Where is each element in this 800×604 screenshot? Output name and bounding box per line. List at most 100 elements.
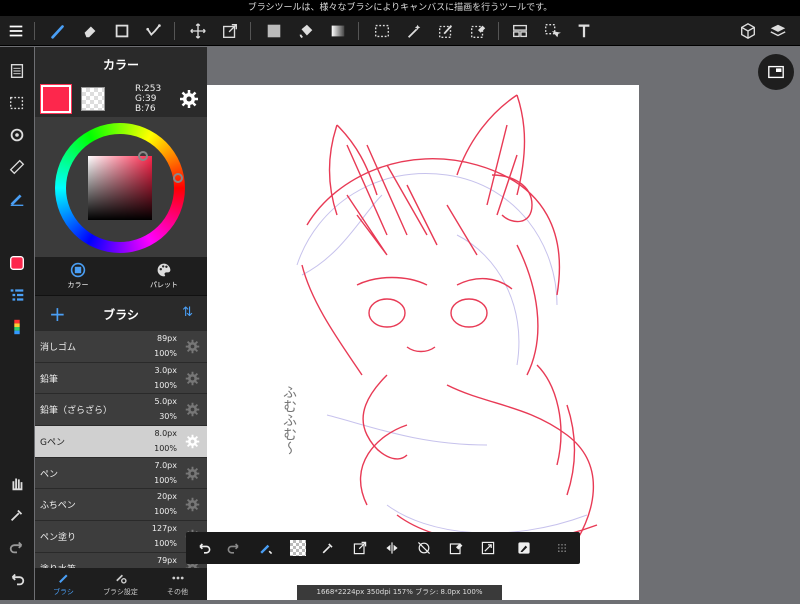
palette-strip-icon[interactable] xyxy=(5,315,29,339)
transform-tool-icon[interactable] xyxy=(218,19,242,43)
bucket-icon[interactable] xyxy=(294,19,318,43)
brush-eraser-toggle-icon[interactable] xyxy=(256,538,276,558)
brush-side-icon[interactable] xyxy=(5,187,29,211)
transform-icon[interactable] xyxy=(350,538,370,558)
brush-size: 7.0px xyxy=(154,460,177,470)
sort-icon[interactable]: ⇅ xyxy=(182,305,193,320)
brush-size: 127px xyxy=(151,524,177,534)
hand-icon[interactable] xyxy=(5,471,29,495)
saturation-value-square[interactable] xyxy=(88,156,152,220)
drawing-canvas[interactable]: ふむふむ〜 xyxy=(207,85,639,600)
brush-settings-gear-icon[interactable] xyxy=(185,402,200,417)
brush-opacity: 100% xyxy=(154,507,177,517)
r-value: R:253 xyxy=(135,84,162,94)
brush-settings-gear-icon[interactable] xyxy=(185,371,200,386)
clear-icon[interactable] xyxy=(446,538,466,558)
brush-settings-icon xyxy=(115,574,127,584)
brush-settings-gear-icon[interactable] xyxy=(185,466,200,481)
brush-opacity: 30% xyxy=(159,412,177,422)
sv-knob[interactable] xyxy=(138,151,148,161)
system-message-bar: ブラシツールは、様々なブラシによりキャンバスに描画を行うツールです。 xyxy=(0,0,800,16)
tab-more[interactable]: その他 xyxy=(149,568,206,600)
tab-brush-label: ブラシ xyxy=(53,588,74,596)
brush-settings-gear-icon[interactable] xyxy=(185,497,200,512)
gear-icon[interactable] xyxy=(179,89,199,109)
status-text: 1668*2224px 350dpi 157% ブラシ: 8.0px 100% xyxy=(316,588,483,596)
tab-brush[interactable]: ブラシ xyxy=(35,568,92,600)
brush-size: 89px xyxy=(157,334,177,343)
brush-name: ペン塗り xyxy=(40,533,77,544)
gradient-icon[interactable] xyxy=(326,19,350,43)
brush-settings-gear-icon[interactable] xyxy=(185,339,200,354)
tab-more-label: その他 xyxy=(167,588,188,596)
brush-name: ふちペン xyxy=(40,501,76,512)
brush-size: 3.0px xyxy=(154,365,177,375)
tab-color[interactable]: カラー xyxy=(35,257,121,295)
color-swatch-icon[interactable] xyxy=(5,251,29,275)
3d-material-icon[interactable] xyxy=(736,19,760,43)
brush-list-item[interactable]: 鉛筆 3.0px 100% xyxy=(35,362,207,395)
main-color-swatch[interactable] xyxy=(41,85,71,113)
palette-icon xyxy=(157,263,171,277)
brush-list-item[interactable]: 鉛筆（ざらざら） 5.0px 30% xyxy=(35,394,207,427)
selection-icon[interactable] xyxy=(5,91,29,115)
redo-icon[interactable] xyxy=(5,535,29,559)
select-eraser-icon[interactable] xyxy=(466,19,490,43)
operation-icon[interactable] xyxy=(540,19,564,43)
brush-tool-icon[interactable] xyxy=(46,19,70,43)
ruler-icon[interactable] xyxy=(5,155,29,179)
undo-icon[interactable] xyxy=(5,567,29,591)
brush-header: + ブラシ ⇅ xyxy=(35,295,207,331)
color-tabs: カラー パレット xyxy=(35,257,207,295)
dot-tool-icon[interactable] xyxy=(142,19,166,43)
hue-knob[interactable] xyxy=(173,173,183,183)
text-tool-icon[interactable] xyxy=(572,19,596,43)
eyedropper-icon[interactable] xyxy=(5,503,29,527)
undo-icon[interactable] xyxy=(194,538,214,558)
top-message: ブラシツールは、様々なブラシによりキャンバスに描画を行うツールです。 xyxy=(247,3,553,13)
rotate-reset-icon[interactable] xyxy=(414,538,434,558)
tab-palette[interactable]: パレット xyxy=(121,257,207,295)
brush-size: 20px xyxy=(157,492,177,502)
brush-opacity: 100% xyxy=(154,475,177,485)
layer-panel-icon[interactable] xyxy=(508,19,532,43)
select-icon[interactable] xyxy=(370,19,394,43)
grip-icon[interactable] xyxy=(552,538,572,558)
brush-list-item[interactable]: ペン塗り 127px 100% xyxy=(35,521,207,553)
fit-screen-icon[interactable] xyxy=(478,538,498,558)
brush-list-item[interactable]: Gペン 8.0px 100% xyxy=(35,426,207,458)
brush-icon xyxy=(58,574,68,583)
brush-settings-gear-icon[interactable] xyxy=(185,434,200,449)
magic-wand-icon[interactable] xyxy=(402,19,426,43)
select-pen-icon[interactable] xyxy=(434,19,458,43)
layer-list-icon[interactable] xyxy=(5,283,29,307)
tab-brush-settings-label: ブラシ設定 xyxy=(103,588,138,596)
brush-list-item[interactable]: ペン 7.0px 100% xyxy=(35,457,207,490)
brush-name: ペン xyxy=(40,469,59,480)
layers-icon[interactable] xyxy=(766,19,790,43)
brush-opacity: 100% xyxy=(154,444,177,454)
navigator-icon xyxy=(768,65,784,79)
navigator-button[interactable] xyxy=(758,54,794,90)
snap-icon[interactable] xyxy=(5,123,29,147)
brush-name: 鉛筆（ざらざら） xyxy=(40,406,113,417)
transparent-color-icon[interactable] xyxy=(288,538,308,558)
menu-icon[interactable] xyxy=(4,19,28,43)
color-row: R:253 G:39 B:76 xyxy=(35,83,207,117)
sub-color-swatch[interactable] xyxy=(81,87,105,111)
move-tool-icon[interactable] xyxy=(186,19,210,43)
status-bar: 1668*2224px 350dpi 157% ブラシ: 8.0px 100% xyxy=(297,585,502,600)
fill-color-icon[interactable] xyxy=(262,19,286,43)
brush-list-item[interactable]: 消しゴム 89px 100% xyxy=(35,331,207,363)
tab-color-label: カラー xyxy=(67,281,89,289)
flip-icon[interactable] xyxy=(382,538,402,558)
eraser-tool-icon[interactable] xyxy=(78,19,102,43)
edit-icon[interactable] xyxy=(514,538,534,558)
tab-brush-settings[interactable]: ブラシ設定 xyxy=(92,568,149,600)
eyedropper-icon[interactable] xyxy=(318,538,338,558)
redo-icon[interactable] xyxy=(224,538,244,558)
brush-list-item[interactable]: ふちペン 20px 100% xyxy=(35,489,207,522)
document-icon[interactable] xyxy=(5,59,29,83)
shape-tool-icon[interactable] xyxy=(110,19,134,43)
brush-size: 79px xyxy=(157,555,177,565)
